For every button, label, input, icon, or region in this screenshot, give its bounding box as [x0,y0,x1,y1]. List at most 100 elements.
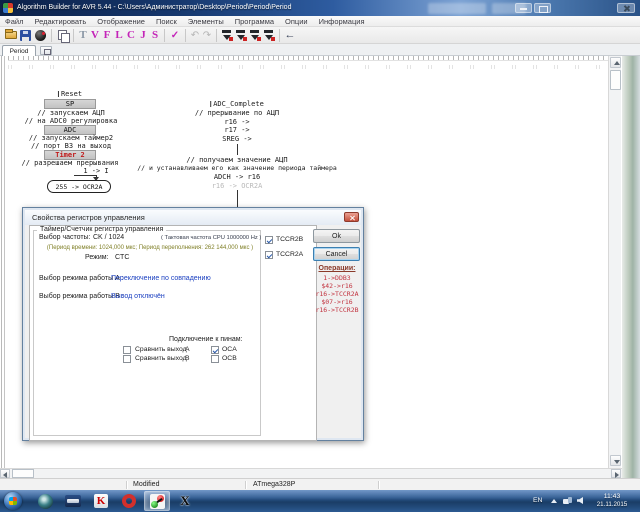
scroll-up-button[interactable] [610,57,621,68]
flow-comment[interactable]: // запускаем АЦП [37,109,104,117]
insert-text-button[interactable]: T [77,29,89,41]
scroll-left-button[interactable] [0,469,10,478]
menu-search[interactable]: Поиск [156,17,177,26]
taskbar-item-browser[interactable] [32,491,58,511]
flow-label-reset[interactable]: Reset [58,90,82,98]
red-marker-icon [243,37,247,41]
mode-a-value[interactable]: Переключение по совпадению [111,275,211,282]
flow-comment[interactable]: // и устанавливаем его как значение пери… [137,164,337,172]
operation-item: r16->TCCR2A [307,290,367,298]
undo-button[interactable]: ↶ [189,30,201,41]
vertical-ruler [0,56,7,468]
insert-field-button[interactable]: F [101,29,113,41]
operation-item: 1->DDB3 [307,274,367,282]
minimize-button[interactable] [515,3,532,13]
flow-op-push-r17[interactable]: r17 -> [224,126,249,134]
frequency-value[interactable]: CK / 1024 [93,234,124,241]
vertical-scrollbar[interactable] [608,56,621,468]
flow-comment[interactable]: // разрешаем прерывания [22,159,119,167]
dialog-close-icon[interactable] [344,212,359,222]
compare-output-b-checkbox[interactable] [123,355,131,363]
redo-button[interactable]: ↷ [201,30,213,41]
flow-op-ocr2a-selected[interactable]: r16 -> OCR2A [212,182,263,190]
menu-file[interactable]: Файл [5,17,23,26]
status-separator [245,481,246,489]
taskbar-item-x-app[interactable]: X [172,491,198,511]
menu-info[interactable]: Информация [319,17,365,26]
flow-comment[interactable]: // запускаем таймер2 [29,134,113,142]
tccr2b-checkbox[interactable] [265,236,273,244]
window-titlebar: Algorithm Builder for AVR 5.44 - C:\User… [0,0,640,16]
program-chip-button-4[interactable] [263,29,275,41]
flow-connector [74,175,96,176]
flow-comment[interactable]: // прерывание по АЦП [195,109,279,117]
close-button[interactable] [617,3,635,13]
flow-box-sp[interactable]: SP [44,99,96,109]
flow-comment[interactable]: // на ADC0 регулировка [25,117,118,125]
flow-op-push-sreg[interactable]: SREG -> [222,135,252,143]
operations-header: Операции: [313,265,361,272]
network-tray-icon[interactable] [563,497,572,504]
menu-edit[interactable]: Редактировать [34,17,86,26]
taskbar-clock[interactable]: 11:43 21.11.2015 [588,493,636,509]
program-chip-button-2[interactable] [235,29,247,41]
ocb-checkbox[interactable] [211,355,219,363]
red-marker-icon [257,37,261,41]
scroll-down-button[interactable] [610,455,621,466]
compare-output-b-letter: В [185,355,190,362]
flow-comment[interactable]: // получаем значение АЦП [186,156,287,164]
horizontal-scrollbar[interactable] [0,468,622,478]
start-button[interactable] [4,492,22,510]
flow-op-push-r16[interactable]: r16 -> [224,118,249,126]
insert-setter-button[interactable]: S [149,29,161,41]
taskbar-item-algorithm-builder[interactable] [144,491,170,511]
oca-checkbox[interactable] [211,346,219,354]
compare-output-a-checkbox[interactable] [123,346,131,354]
insert-jump-button[interactable]: J [137,29,149,41]
taskbar-item-explorer[interactable] [60,491,86,511]
maximize-button[interactable] [534,3,551,13]
menu-options[interactable]: Опции [285,17,308,26]
speaker-tray-icon[interactable] [577,497,583,504]
tray-expand-icon[interactable] [551,499,557,503]
taskbar-item-kaspersky[interactable]: K [88,491,114,511]
insert-label-button[interactable]: L [113,29,125,41]
tccr2a-checkbox[interactable] [265,251,273,259]
mode-b-value[interactable]: Вывод отключён [111,293,165,300]
tab-list-button[interactable] [40,46,52,55]
flow-loop-box-ocr2a[interactable]: 255 -> OCR2A [47,180,111,193]
tab-period[interactable]: Period [2,45,36,56]
dialog-titlebar[interactable]: Свойства регистров управления [25,210,361,225]
copy-block-button[interactable] [55,28,70,43]
compare-output-a-letter: А [185,346,190,353]
cancel-button[interactable]: Cancel [313,247,360,261]
flow-op-set-i[interactable]: 1 -> I [83,167,108,175]
insert-condition-button[interactable]: C [125,29,137,41]
icon-bar [152,498,162,506]
flow-label-adc-complete[interactable]: ADC_Complete [210,100,264,108]
menu-view[interactable]: Отображение [97,17,145,26]
ok-button[interactable]: Ok [313,229,360,243]
back-arrow-button[interactable]: ← [283,29,297,41]
save-button[interactable] [18,28,33,43]
floppy-save-icon [20,30,31,41]
taskbar-item-opera[interactable] [116,491,142,511]
scroll-right-button[interactable] [611,469,621,478]
program-chip-button-1[interactable] [221,29,233,41]
open-file-button[interactable] [3,28,18,43]
horizontal-scroll-thumb[interactable] [12,469,34,478]
ocb-label: OCB [222,355,237,362]
mode-value[interactable]: CTC [115,254,129,261]
vertical-scroll-thumb[interactable] [610,70,621,90]
x-app-icon: X [180,493,189,509]
compile-button[interactable] [33,28,48,43]
menu-elements[interactable]: Элементы [188,17,224,26]
language-indicator[interactable]: EN [533,497,542,504]
insert-vertex-button[interactable]: V [89,29,101,41]
flow-comment[interactable]: // порт B3 на выход [31,142,111,150]
menu-program[interactable]: Программа [235,17,274,26]
verify-button[interactable]: ✓ [168,30,182,41]
flow-op-adch[interactable]: ADCH -> r16 [214,173,260,181]
program-chip-button-3[interactable] [249,29,261,41]
mode-label: Режим: [85,254,109,261]
